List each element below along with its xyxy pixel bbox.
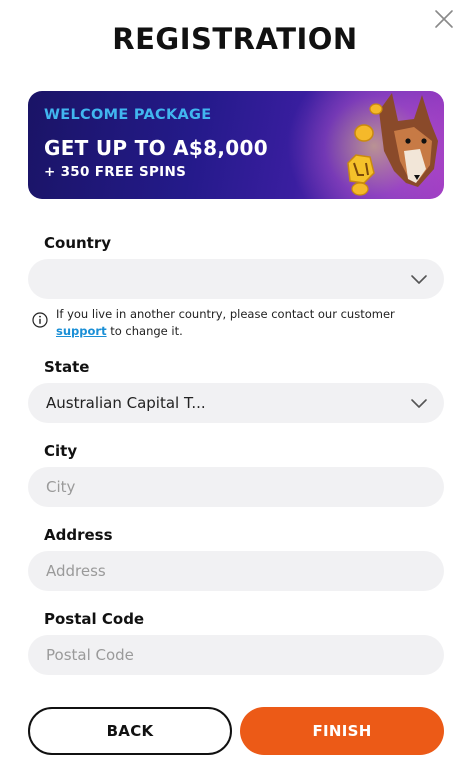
postal-code-field-wrap bbox=[28, 635, 444, 675]
country-select[interactable] bbox=[28, 259, 444, 299]
postal-code-label: Postal Code bbox=[44, 610, 145, 628]
address-input[interactable] bbox=[46, 562, 406, 580]
city-field-wrap bbox=[28, 467, 444, 507]
info-icon bbox=[32, 312, 48, 328]
state-select[interactable]: Australian Capital T... bbox=[28, 383, 444, 423]
city-input[interactable] bbox=[46, 478, 406, 496]
info-text: If you live in another country, please c… bbox=[56, 307, 395, 321]
back-button[interactable]: BACK bbox=[28, 707, 232, 755]
city-label: City bbox=[44, 442, 78, 460]
postal-code-input[interactable] bbox=[46, 646, 406, 664]
address-label: Address bbox=[44, 526, 113, 544]
welcome-banner: WELCOME PACKAGE GET UP TO A$8,000 + 350 … bbox=[28, 91, 444, 199]
support-link[interactable]: support bbox=[56, 324, 107, 338]
state-label: State bbox=[44, 358, 90, 376]
banner-headline: GET UP TO A$8,000 bbox=[44, 136, 268, 160]
country-label: Country bbox=[44, 234, 112, 252]
page-title: REGISTRATION bbox=[112, 22, 358, 56]
finish-button[interactable]: FINISH bbox=[240, 707, 444, 755]
address-field-wrap bbox=[28, 551, 444, 591]
wolf-art bbox=[347, 93, 438, 196]
info-text-end: to change it. bbox=[106, 324, 183, 338]
chevron-down-icon bbox=[411, 275, 427, 284]
chevron-down-icon bbox=[411, 399, 427, 408]
banner-subline: + 350 FREE SPINS bbox=[44, 164, 187, 180]
state-value: Australian Capital T... bbox=[46, 394, 206, 412]
banner-tag: WELCOME PACKAGE bbox=[44, 107, 212, 123]
